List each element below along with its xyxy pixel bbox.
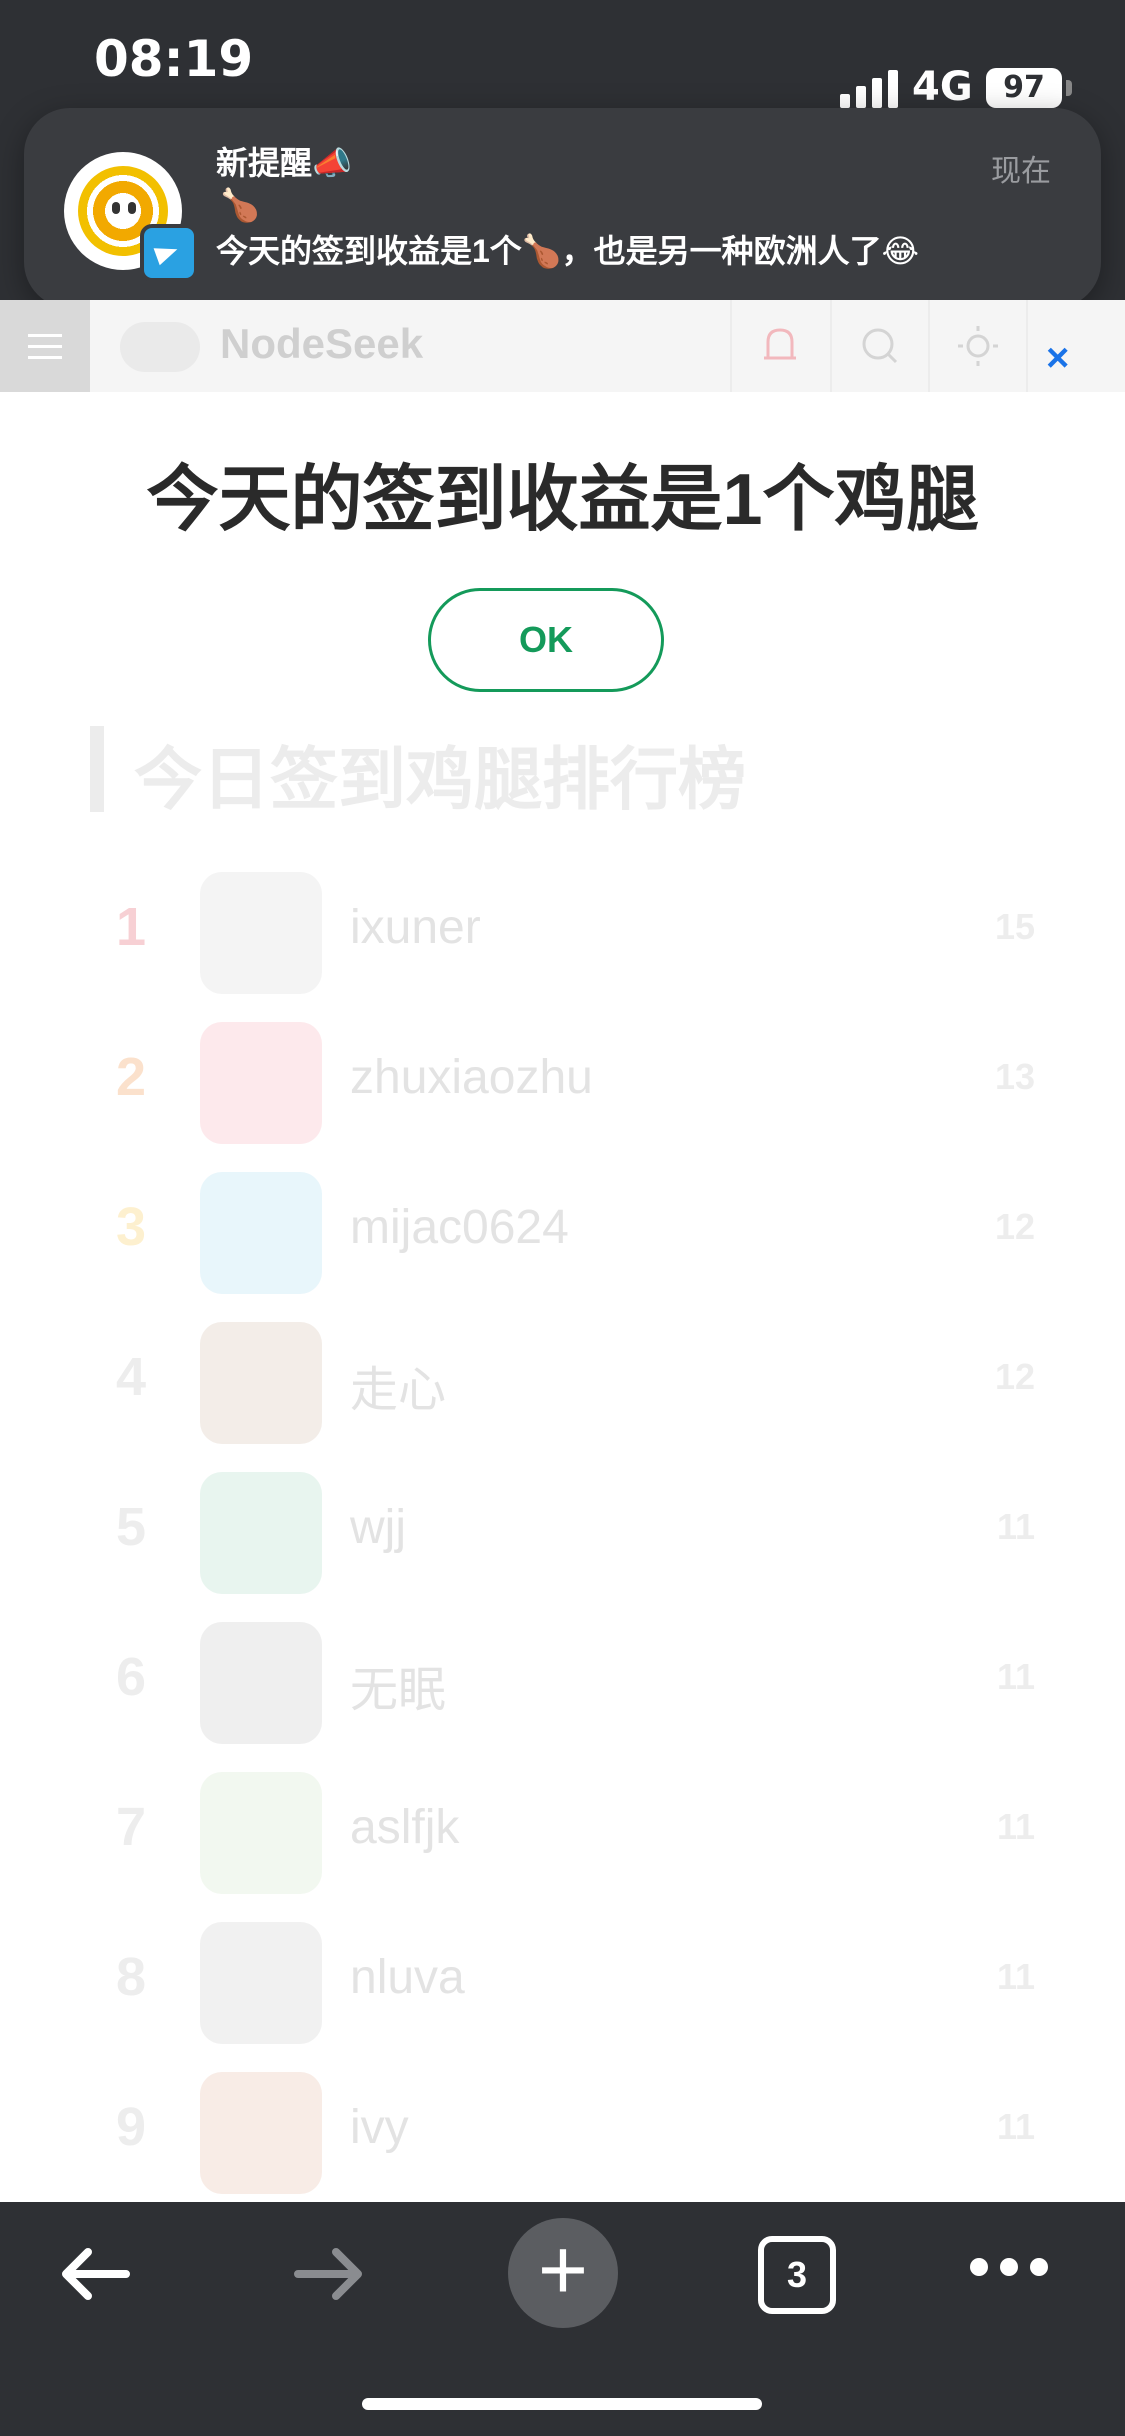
avatar: [200, 1172, 322, 1294]
ranking-title: 今日签到鸡腿排行榜: [134, 742, 747, 818]
avatar: [200, 872, 322, 994]
score: 11: [996, 1956, 1035, 1997]
tabs-count-button[interactable]: 3: [758, 2236, 836, 2314]
site-navbar: NodeSeek: [0, 300, 1125, 392]
site-logo-icon[interactable]: [120, 322, 200, 372]
ranking-row[interactable]: 2 zhuxiaozhu 13: [0, 1006, 1125, 1156]
score: 13: [994, 1056, 1035, 1097]
battery-icon: 97: [986, 68, 1062, 108]
score: 11: [996, 2106, 1035, 2147]
score: 11: [996, 1506, 1035, 1547]
notification-message: 今天的签到收益是1个🍗，也是另一种欧洲人了😂: [216, 233, 920, 269]
status-time: 08:19: [94, 30, 254, 88]
rank-number: 2: [115, 1047, 147, 1107]
user-name[interactable]: wjj: [350, 1500, 406, 1555]
rank-number: 8: [115, 1947, 147, 2007]
rank-number: 9: [115, 2097, 147, 2157]
score: 12: [994, 1206, 1035, 1247]
bell-icon[interactable]: [730, 300, 828, 392]
ranking-accent-bar: [90, 726, 104, 812]
drumstick-emoji: 🍗: [220, 187, 260, 223]
ranking-row[interactable]: 9 ivy 11: [0, 2056, 1125, 2206]
user-name[interactable]: ivy: [350, 2100, 409, 2155]
notification-banner[interactable]: 新提醒📣 现在 🍗 今天的签到收益是1个🍗，也是另一种欧洲人了😂: [24, 108, 1101, 308]
avatar: [200, 1022, 322, 1144]
avatar: [200, 1472, 322, 1594]
signal-icon: [840, 70, 898, 108]
user-name[interactable]: 无眠: [350, 1650, 446, 1720]
ranking-row[interactable]: 8 nluva 11: [0, 1906, 1125, 2056]
telegram-icon: [140, 224, 198, 282]
theme-sun-icon[interactable]: [928, 300, 1026, 392]
ranking-row[interactable]: 3 mijac0624 12: [0, 1156, 1125, 1306]
notification-title: 新提醒📣: [216, 145, 352, 181]
network-type: 4G: [912, 64, 973, 110]
score: 15: [994, 906, 1035, 947]
more-options-icon[interactable]: [970, 2258, 1048, 2276]
browser-toolbar: + 3: [0, 2202, 1125, 2436]
rank-number: 4: [115, 1347, 147, 1407]
forward-arrow-icon[interactable]: [288, 2242, 368, 2311]
user-name[interactable]: zhuxiaozhu: [350, 1050, 593, 1105]
site-brand[interactable]: NodeSeek: [220, 320, 423, 368]
ok-button[interactable]: OK: [428, 588, 664, 692]
avatar: [200, 1772, 322, 1894]
back-arrow-icon[interactable]: [56, 2242, 136, 2311]
user-name[interactable]: ixuner: [350, 900, 481, 955]
ranking-row[interactable]: 7 aslfjk 11: [0, 1756, 1125, 1906]
avatar: [200, 1922, 322, 2044]
search-icon[interactable]: [830, 300, 928, 392]
rank-number: 5: [115, 1497, 147, 1557]
ranking-row[interactable]: 1 ixuner 15: [0, 856, 1125, 1006]
avatar: [200, 2072, 322, 2194]
add-icon[interactable]: [1026, 300, 1124, 392]
ranking-row[interactable]: 6 无眠 11: [0, 1606, 1125, 1756]
notification-time: 现在: [991, 155, 1051, 188]
rank-number: 3: [115, 1197, 147, 1257]
user-name[interactable]: nluva: [350, 1950, 465, 2005]
ranking-row[interactable]: 4 走心 12: [0, 1306, 1125, 1456]
rank-number: 7: [115, 1797, 147, 1857]
user-name[interactable]: aslfjk: [350, 1800, 459, 1855]
rank-number: 1: [115, 897, 147, 957]
user-name[interactable]: 走心: [350, 1350, 446, 1420]
modal-title: 今天的签到收益是1个鸡腿: [146, 460, 979, 540]
score: 11: [996, 1806, 1035, 1847]
user-name[interactable]: mijac0624: [350, 1200, 569, 1255]
score: 12: [994, 1356, 1035, 1397]
new-tab-plus-icon[interactable]: +: [508, 2218, 618, 2328]
battery-tip: [1066, 80, 1072, 96]
score: 11: [996, 1656, 1035, 1697]
rank-number: 6: [115, 1647, 147, 1707]
avatar: [200, 1322, 322, 1444]
avatar: [200, 1622, 322, 1744]
menu-icon[interactable]: [0, 300, 90, 392]
close-icon[interactable]: ×: [1046, 336, 1069, 381]
ranking-row[interactable]: 5 wjj 11: [0, 1456, 1125, 1606]
home-indicator: [362, 2398, 762, 2410]
